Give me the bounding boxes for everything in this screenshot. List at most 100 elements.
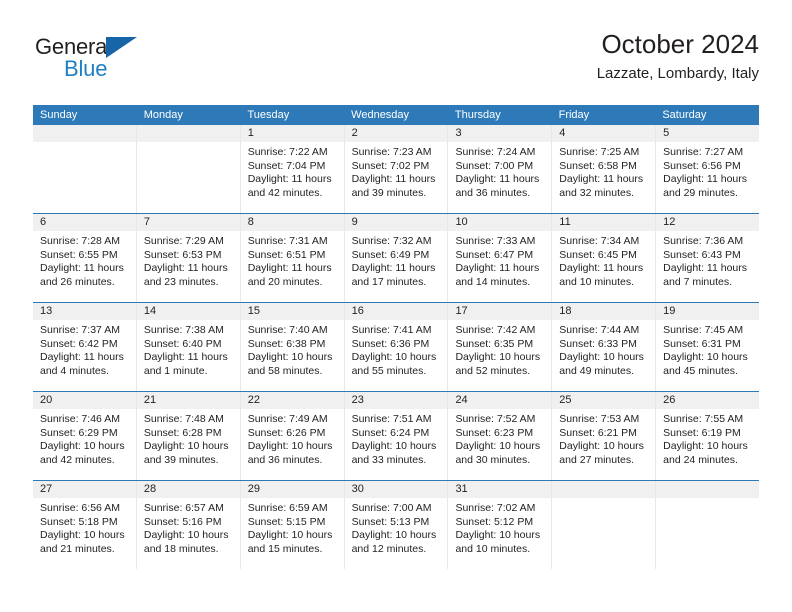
daylight-text-line2: and 42 minutes.: [247, 186, 323, 199]
day-cell[interactable]: 16 Sunrise: 7:41 AM Sunset: 6:36 PM Dayligh…: [343, 303, 448, 391]
day-cell[interactable]: 5 Sunrise: 7:27 AM Sunset: 6:56 PM Daylight…: [655, 125, 760, 213]
daylight-text-line1: Daylight: 11 hours: [663, 262, 748, 275]
daylight-text-line2: and 10 minutes.: [455, 542, 531, 555]
day-cell[interactable]: 2 Sunrise: 7:23 AM Sunset: 7:02 PM Daylight…: [343, 125, 448, 213]
sunset-text: Sunset: 6:43 PM: [663, 248, 741, 261]
daylight-text-line2: and 55 minutes.: [351, 364, 427, 377]
day-sun-info: Sunrise: 7:23 AM Sunset: 7:02 PM Daylight:…: [345, 142, 448, 200]
day-number: 9: [344, 214, 448, 231]
day-cell[interactable]: 19 Sunrise: 7:45 AM Sunset: 6:31 PM Dayligh…: [655, 303, 760, 391]
day-number: 7: [136, 214, 240, 231]
weekday-header-row: Sunday Monday Tuesday Wednesday Thursday Frid…: [33, 105, 759, 125]
day-cell[interactable]: 4 Sunrise: 7:25 AM Sunset: 6:58 PM Daylight…: [551, 125, 656, 213]
daylight-text-line1: Daylight: 11 hours: [559, 262, 644, 275]
day-number: 1: [240, 125, 344, 142]
daylight-text-line2: and 23 minutes.: [143, 275, 219, 288]
sunset-text: Sunset: 6:49 PM: [351, 248, 430, 261]
sunset-text: Sunset: 6:24 PM: [351, 426, 430, 439]
day-number: [656, 481, 760, 498]
daylight-text-line2: and 32 minutes.: [559, 186, 635, 199]
calendar-page: General Blue October 2024 Lazzate, Lomba…: [0, 0, 792, 612]
day-cell[interactable]: 1 Sunrise: 7:22 AM Sunset: 7:04 PM Daylight…: [239, 125, 344, 213]
day-cell[interactable]: 6 Sunrise: 7:28 AM Sunset: 6:55 PM Daylight…: [33, 214, 136, 302]
day-cell[interactable]: 10 Sunrise: 7:33 AM Sunset: 6:47 PM Dayligh…: [447, 214, 552, 302]
calendar-grid: Sunday Monday Tuesday Wednesday Thursday Frid…: [33, 105, 760, 569]
daylight-text-line2: and 18 minutes.: [143, 542, 219, 555]
day-cell[interactable]: 24 Sunrise: 7:52 AM Sunset: 6:23 PM Dayligh…: [447, 392, 552, 480]
day-number: 22: [240, 392, 344, 409]
day-cell[interactable]: 13 Sunrise: 7:37 AM Sunset: 6:42 PM Dayligh…: [33, 303, 136, 391]
daylight-text-line1: Daylight: 10 hours: [351, 440, 437, 453]
sunset-text: Sunset: 6:47 PM: [455, 248, 534, 261]
sunrise-text: Sunrise: 7:29 AM: [143, 235, 224, 247]
day-number: 16: [344, 303, 448, 320]
day-number: 19: [656, 303, 760, 320]
sunset-text: Sunset: 6:33 PM: [559, 337, 637, 350]
sunrise-text: Sunrise: 7:46 AM: [40, 413, 120, 425]
weekday-header-monday: Monday: [143, 109, 183, 121]
daylight-text-line1: Daylight: 11 hours: [455, 262, 540, 275]
day-number: [33, 125, 136, 142]
day-cell[interactable]: 12 Sunrise: 7:36 AM Sunset: 6:43 PM Dayligh…: [655, 214, 760, 302]
day-cell-empty: [135, 125, 240, 213]
daylight-text-line2: and 10 minutes.: [559, 275, 635, 288]
sunset-text: Sunset: 6:26 PM: [247, 426, 326, 439]
sunset-text: Sunset: 6:58 PM: [559, 159, 637, 172]
sunset-text: Sunset: 6:21 PM: [559, 426, 637, 439]
day-sun-info: Sunrise: 7:34 AM Sunset: 6:45 PM Daylight:…: [552, 231, 655, 289]
daylight-text-line1: Daylight: 10 hours: [40, 440, 125, 453]
sunrise-text: Sunrise: 7:00 AM: [351, 502, 432, 514]
day-sun-info: Sunrise: 7:33 AM Sunset: 6:47 PM Daylight:…: [448, 231, 551, 289]
day-cell[interactable]: 30 Sunrise: 7:00 AM Sunset: 5:13 PM Dayligh…: [343, 481, 448, 569]
day-cell[interactable]: 20 Sunrise: 7:46 AM Sunset: 6:29 PM Dayligh…: [33, 392, 136, 480]
day-cell[interactable]: 8 Sunrise: 7:31 AM Sunset: 6:51 PM Daylight…: [239, 214, 344, 302]
day-cell[interactable]: 14 Sunrise: 7:38 AM Sunset: 6:40 PM Dayligh…: [135, 303, 240, 391]
sunrise-text: Sunrise: 7:28 AM: [40, 235, 120, 247]
page-subtitle: Lazzate, Lombardy, Italy: [596, 65, 759, 82]
calendar-week-row: 13 Sunrise: 7:37 AM Sunset: 6:42 PM Dayligh…: [33, 302, 760, 391]
day-sun-info: Sunrise: 7:31 AM Sunset: 6:51 PM Daylight:…: [241, 231, 344, 289]
daylight-text-line2: and 30 minutes.: [455, 453, 531, 466]
day-cell[interactable]: 7 Sunrise: 7:29 AM Sunset: 6:53 PM Daylight…: [135, 214, 240, 302]
day-sun-info: Sunrise: 7:38 AM Sunset: 6:40 PM Daylight:…: [137, 320, 240, 378]
day-cell[interactable]: 15 Sunrise: 7:40 AM Sunset: 6:38 PM Dayligh…: [239, 303, 344, 391]
daylight-text-line2: and 45 minutes.: [663, 364, 738, 377]
sunset-text: Sunset: 5:12 PM: [455, 515, 534, 528]
week-cells: 20 Sunrise: 7:46 AM Sunset: 6:29 PM Dayligh…: [33, 392, 760, 480]
sunrise-text: Sunrise: 7:53 AM: [559, 413, 640, 425]
day-cell[interactable]: 26 Sunrise: 7:55 AM Sunset: 6:19 PM Dayligh…: [655, 392, 760, 480]
sunrise-text: Sunrise: 7:38 AM: [143, 324, 224, 336]
day-cell[interactable]: 17 Sunrise: 7:42 AM Sunset: 6:35 PM Dayligh…: [447, 303, 552, 391]
day-sun-info: Sunrise: 7:36 AM Sunset: 6:43 PM Daylight:…: [656, 231, 759, 289]
day-cell[interactable]: 18 Sunrise: 7:44 AM Sunset: 6:33 PM Dayligh…: [551, 303, 656, 391]
week-cells: 6 Sunrise: 7:28 AM Sunset: 6:55 PM Daylight…: [33, 214, 760, 302]
week-cells: 13 Sunrise: 7:37 AM Sunset: 6:42 PM Dayligh…: [33, 303, 760, 391]
day-sun-info: Sunrise: 7:52 AM Sunset: 6:23 PM Daylight:…: [448, 409, 551, 467]
day-cell[interactable]: 31 Sunrise: 7:02 AM Sunset: 5:12 PM Dayligh…: [447, 481, 552, 569]
day-cell[interactable]: 28 Sunrise: 6:57 AM Sunset: 5:16 PM Dayligh…: [135, 481, 240, 569]
day-sun-info: Sunrise: 6:56 AM Sunset: 5:18 PM Daylight:…: [33, 498, 136, 556]
day-cell[interactable]: 21 Sunrise: 7:48 AM Sunset: 6:28 PM Dayligh…: [135, 392, 240, 480]
brand-logo[interactable]: General Blue: [33, 34, 213, 90]
day-cell-empty: [33, 125, 136, 213]
day-cell[interactable]: 25 Sunrise: 7:53 AM Sunset: 6:21 PM Dayligh…: [551, 392, 656, 480]
daylight-text-line2: and 52 minutes.: [455, 364, 531, 377]
day-sun-info: Sunrise: 7:29 AM Sunset: 6:53 PM Daylight:…: [137, 231, 240, 289]
weekday-header-wednesday: Wednesday: [351, 109, 410, 121]
sunrise-text: Sunrise: 6:59 AM: [247, 502, 328, 514]
day-cell[interactable]: 22 Sunrise: 7:49 AM Sunset: 6:26 PM Dayligh…: [239, 392, 344, 480]
day-sun-info: Sunrise: 7:22 AM Sunset: 7:04 PM Daylight:…: [241, 142, 344, 200]
day-sun-info: Sunrise: 7:27 AM Sunset: 6:56 PM Daylight:…: [656, 142, 759, 200]
day-cell[interactable]: 27 Sunrise: 6:56 AM Sunset: 5:18 PM Dayligh…: [33, 481, 136, 569]
daylight-text-line1: Daylight: 10 hours: [143, 440, 229, 453]
day-cell[interactable]: 23 Sunrise: 7:51 AM Sunset: 6:24 PM Dayligh…: [343, 392, 448, 480]
day-sun-info: Sunrise: 7:41 AM Sunset: 6:36 PM Daylight:…: [345, 320, 448, 378]
sunrise-text: Sunrise: 7:40 AM: [247, 324, 328, 336]
day-cell[interactable]: 11 Sunrise: 7:34 AM Sunset: 6:45 PM Dayligh…: [551, 214, 656, 302]
day-cell[interactable]: 29 Sunrise: 6:59 AM Sunset: 5:15 PM Dayligh…: [239, 481, 344, 569]
day-cell[interactable]: 3 Sunrise: 7:24 AM Sunset: 7:00 PM Daylight…: [447, 125, 552, 213]
day-cell[interactable]: 9 Sunrise: 7:32 AM Sunset: 6:49 PM Daylight…: [343, 214, 448, 302]
daylight-text-line2: and 7 minutes.: [663, 275, 733, 288]
sunset-text: Sunset: 6:29 PM: [40, 426, 118, 439]
day-sun-info: Sunrise: 7:02 AM Sunset: 5:12 PM Daylight:…: [448, 498, 551, 556]
